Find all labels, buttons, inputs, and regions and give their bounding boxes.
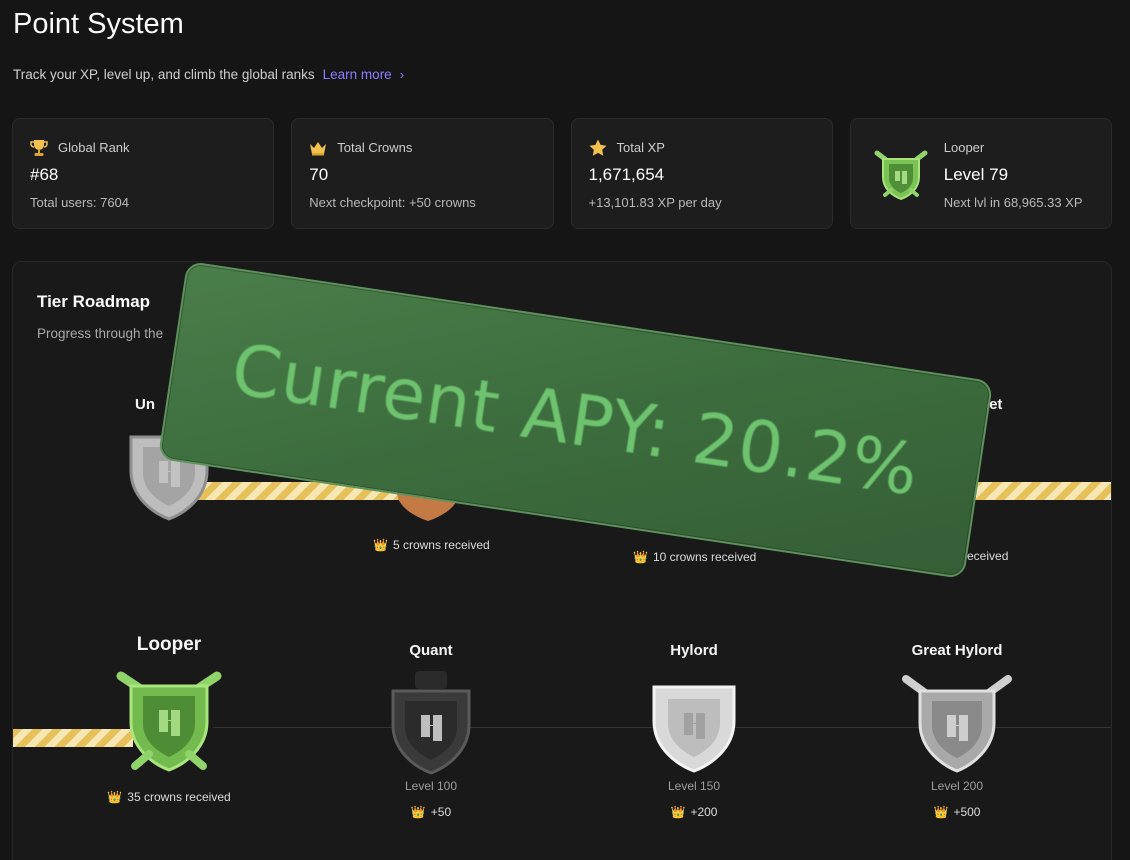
stat-sub: Next checkpoint: +50 crowns — [309, 195, 476, 210]
stat-sub: +13,101.83 XP per day — [588, 195, 722, 210]
looper-shield-icon — [116, 671, 222, 772]
learn-more-label: Learn more — [322, 67, 392, 82]
subtitle-text: Track your XP, level up, and climb the g… — [13, 67, 315, 82]
crown-icon: 👑 — [633, 550, 648, 564]
page-title: Point System — [13, 8, 184, 40]
crowns-received: 👑 5 crowns received — [343, 538, 523, 552]
crown-icon: 👑 — [107, 790, 123, 804]
crown-icon: 👑 — [410, 805, 426, 819]
crown-icon — [310, 142, 327, 156]
stats-row: Global Rank #68 Total users: 7604 Total … — [12, 118, 1112, 229]
crowns-received: 👑 35 crowns received — [79, 790, 259, 804]
tier-level: Level 150 — [667, 779, 721, 793]
crowns-text: eceived — [967, 549, 1009, 563]
apy-overlay-text: Current APY: 20.2% — [226, 328, 925, 512]
tier-name: Hylord — [670, 642, 718, 659]
stat-sub: Total users: 7604 — [30, 195, 130, 210]
tier-reward: 👑 +50 — [341, 805, 521, 819]
stat-value: 1,671,654 — [588, 165, 665, 184]
tier-name: Quant — [409, 642, 453, 659]
crown-icon: 👑 — [933, 805, 949, 819]
tier-looper: Looper 👑 35 crowns received — [79, 634, 259, 804]
looper-shield-icon — [874, 150, 928, 201]
roadmap-title: Tier Roadmap — [37, 292, 151, 311]
tier-hylord: Hylord Level 150 👑 +200 — [604, 642, 784, 819]
reward-text: +500 — [953, 805, 981, 819]
stat-label: Global Rank — [58, 140, 130, 155]
tier-reward: 👑 +500 — [867, 805, 1047, 819]
stat-label: Looper — [943, 140, 985, 155]
looper-level-card: Looper Level 79 Next lvl in 68,965.33 XP — [849, 118, 1112, 229]
star-icon — [589, 139, 606, 156]
dark-shield-icon — [391, 671, 471, 775]
learn-more-link[interactable]: Learn more › — [323, 67, 404, 82]
tier-level: Level 100 — [404, 779, 458, 793]
reward-text: +200 — [690, 805, 718, 819]
stat-value: 70 — [309, 165, 329, 184]
white-shield-icon — [652, 685, 736, 773]
stat-label: Total XP — [616, 140, 665, 155]
tier-name: Looper — [136, 634, 202, 655]
crowns-text: 10 crowns received — [652, 550, 757, 564]
stat-label: Total Crowns — [337, 140, 413, 155]
winged-silver-shield-icon — [902, 675, 1012, 773]
chevron-right-icon: › — [399, 67, 405, 82]
global-rank-card: Global Rank #68 Total users: 7604 — [12, 118, 275, 229]
tier-quant: Quant Level 100 👑 +50 — [341, 642, 521, 819]
tier-level: Level 200 — [930, 779, 984, 793]
trophy-icon — [30, 140, 48, 156]
crowns-received: 👑 10 crowns received — [603, 550, 783, 564]
roadmap-subtitle: Progress through the — [37, 326, 164, 341]
crown-icon: 👑 — [373, 538, 388, 552]
tier-name: Great Hylord — [911, 642, 1003, 659]
point-system-page: Point System Track your XP, level up, an… — [0, 0, 1130, 860]
reward-text: +50 — [430, 805, 452, 819]
total-xp-card: Total XP 1,671,654 +13,101.83 XP per day — [570, 118, 833, 229]
total-crowns-card: Total Crowns 70 Next checkpoint: +50 cro… — [291, 118, 554, 229]
page-subtitle: Track your XP, level up, and climb the g… — [13, 67, 404, 82]
crown-icon: 👑 — [670, 805, 686, 819]
stat-value: #68 — [30, 165, 59, 184]
stat-value: Level 79 — [943, 165, 1009, 184]
tier-great-hylord: Great Hylord Level 200 👑 +500 — [867, 642, 1047, 819]
tier-reward: 👑 +200 — [604, 805, 784, 819]
crowns-text: 35 crowns received — [127, 790, 231, 804]
tier-third: 👑 10 crowns received — [603, 550, 783, 564]
stat-sub: Next lvl in 68,965.33 XP — [943, 195, 1083, 210]
crowns-text: 5 crowns received — [392, 538, 490, 552]
